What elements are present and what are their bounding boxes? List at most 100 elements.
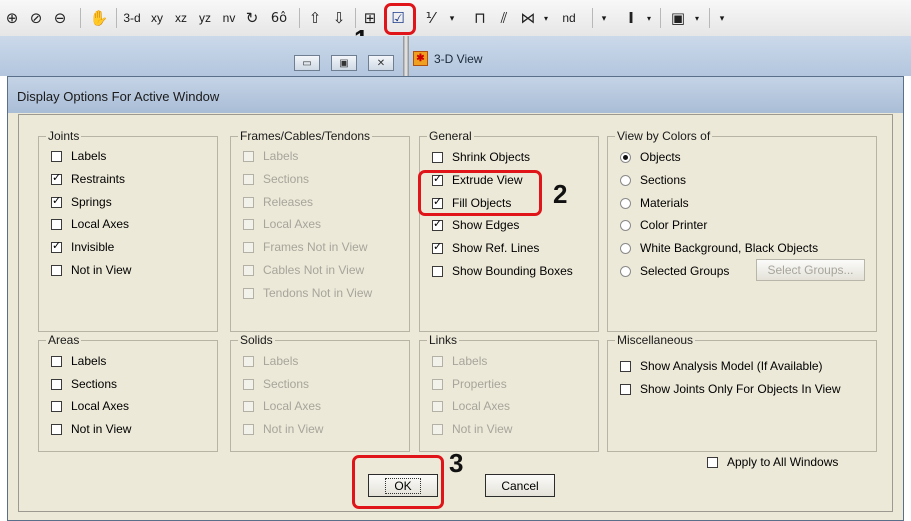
general-group: General Shrink Objects Extrude View Fill… (419, 129, 599, 332)
solids-sections-checkbox: Sections (243, 377, 309, 391)
pan-icon[interactable]: ✋ (88, 7, 110, 29)
zoom-window-icon[interactable]: ⊘ (27, 7, 45, 29)
view-nv-button[interactable]: nv (220, 7, 238, 29)
checkbox-label: Not in View (452, 422, 513, 436)
color-materials-radio[interactable]: Materials (620, 196, 689, 210)
highlight-display-options (384, 3, 416, 35)
shrink-objects-checkbox[interactable]: Shrink Objects (432, 150, 530, 164)
dropdown-arrow-icon[interactable]: ▾ (644, 7, 654, 29)
checkbox-box (432, 423, 443, 435)
show-joints-only-checkbox[interactable]: Show Joints Only For Objects In View (620, 382, 841, 396)
areas-local-axes-checkbox[interactable]: Local Axes (51, 399, 129, 413)
view-xy-button[interactable]: xy (148, 7, 166, 29)
links-group: Links Labels Properties Local Axes Not i… (419, 333, 599, 452)
radio-circle (620, 265, 631, 277)
joints-local-axes-checkbox[interactable]: Local Axes (51, 217, 129, 231)
view-by-colors-title: View by Colors of (615, 129, 713, 143)
white-background-radio[interactable]: White Background, Black Objects (620, 241, 818, 255)
links-local-axes-checkbox: Local Axes (432, 399, 510, 413)
view-by-colors-group: View by Colors of Objects Sections Mater… (607, 129, 877, 332)
frames-not-in-view-checkbox: Frames Not in View (243, 240, 367, 254)
view-tab[interactable]: ✱ 3-D View (413, 51, 482, 66)
view-yz-button[interactable]: yz (196, 7, 214, 29)
zoom-in-icon[interactable]: ⊕ (3, 7, 21, 29)
radio-circle (620, 174, 631, 186)
frame-perspective-icon[interactable]: ⫽ (495, 7, 513, 29)
view-3d-button[interactable]: 3-d (121, 7, 143, 29)
step-marker-2: 2 (553, 179, 568, 209)
areas-labels-checkbox[interactable]: Labels (51, 354, 106, 368)
checkbox-label: Shrink Objects (452, 150, 531, 164)
checkbox-box (243, 173, 254, 185)
toolbar-overflow-icon[interactable]: ▾ (598, 7, 610, 29)
checkbox-box (432, 378, 443, 390)
checkbox-box (243, 423, 254, 435)
checkbox-label: Labels (71, 354, 107, 368)
radio-label: Materials (640, 196, 689, 210)
radio-circle (620, 151, 631, 163)
text-cursor-icon[interactable]: I (621, 7, 641, 29)
checkbox-box (51, 378, 62, 390)
joints-restraints-checkbox[interactable]: Restraints (51, 171, 125, 186)
show-ref-lines-checkbox[interactable]: Show Ref. Lines (432, 240, 539, 255)
dialog-title: Display Options For Active Window (17, 89, 220, 104)
joints-springs-checkbox[interactable]: Springs (51, 194, 112, 209)
links-not-in-view-checkbox: Not in View (432, 422, 512, 436)
apply-to-all-windows-checkbox[interactable]: Apply to All Windows (707, 455, 838, 469)
checkbox-label: Sections (263, 377, 310, 391)
checkbox-label: Invisible (71, 240, 115, 254)
checkbox-box (243, 355, 254, 367)
section-cut-icon[interactable]: ⋈ (519, 7, 537, 29)
rotate-icon[interactable]: ↻ (243, 7, 261, 29)
joints-invisible-checkbox[interactable]: Invisible (51, 239, 115, 254)
zoom-out-icon[interactable]: ⊖ (51, 7, 69, 29)
window-splitter[interactable] (403, 36, 409, 76)
links-properties-checkbox: Properties (432, 377, 507, 391)
areas-sections-checkbox[interactable]: Sections (51, 377, 117, 391)
toolbar-separator (116, 8, 117, 28)
step-marker-3: 3 (449, 448, 464, 478)
checkbox-box (707, 456, 718, 468)
dropdown-arrow-icon[interactable]: ▾ (692, 7, 702, 29)
joints-not-in-view-checkbox[interactable]: Not in View (51, 263, 131, 277)
selected-groups-radio[interactable]: Selected Groups (620, 264, 729, 278)
move-down-icon[interactable]: ⇩ (330, 7, 348, 29)
checkbox-label: Show Analysis Model (If Available) (640, 359, 823, 373)
select-groups-button[interactable]: Select Groups... (756, 259, 865, 281)
show-bounding-boxes-checkbox[interactable]: Show Bounding Boxes (432, 264, 573, 278)
color-objects-radio[interactable]: Objects (620, 150, 681, 164)
show-tables-icon[interactable]: ▣ (668, 7, 688, 29)
radio-label: White Background, Black Objects (640, 241, 819, 255)
shrink-icon[interactable]: ⅟ (420, 7, 440, 29)
color-printer-radio[interactable]: Color Printer (620, 218, 707, 232)
joints-title: Joints (46, 129, 82, 143)
joints-labels-checkbox[interactable]: Labels (51, 149, 106, 163)
show-edges-checkbox[interactable]: Show Edges (432, 217, 519, 232)
checkbox-box (243, 150, 254, 162)
tendons-not-in-view-checkbox: Tendons Not in View (243, 286, 372, 300)
checkbox-box (432, 355, 443, 367)
3d-view-icon: ✱ (413, 51, 428, 66)
radio-circle (620, 219, 631, 231)
view-xz-button[interactable]: xz (172, 7, 190, 29)
restore-button[interactable]: ▣ (331, 55, 357, 71)
frame-icon[interactable]: ⊓ (471, 7, 489, 29)
cancel-button[interactable]: Cancel (485, 474, 555, 497)
move-up-icon[interactable]: ⇧ (306, 7, 324, 29)
close-button[interactable]: ✕ (368, 55, 394, 71)
checkbox-label: Show Bounding Boxes (452, 264, 573, 278)
highlight-extrude-fill (418, 170, 542, 216)
show-analysis-model-checkbox[interactable]: Show Analysis Model (If Available) (620, 359, 823, 373)
dialog-title-bar: Display Options For Active Window (8, 77, 903, 113)
minimize-button[interactable]: ▭ (294, 55, 320, 71)
toolbar-separator (299, 8, 300, 28)
color-sections-radio[interactable]: Sections (620, 173, 686, 187)
checkbox-box (51, 218, 62, 230)
view-nd-button[interactable]: nd (560, 7, 578, 29)
toolbar-overflow-icon[interactable]: ▾ (446, 7, 458, 29)
perspective-icon[interactable]: 6ô (266, 7, 292, 29)
dropdown-arrow-icon[interactable]: ▾ (541, 7, 551, 29)
toolbar-overflow-icon[interactable]: ▾ (716, 7, 728, 29)
areas-not-in-view-checkbox[interactable]: Not in View (51, 422, 131, 436)
checkbox-box (243, 378, 254, 390)
